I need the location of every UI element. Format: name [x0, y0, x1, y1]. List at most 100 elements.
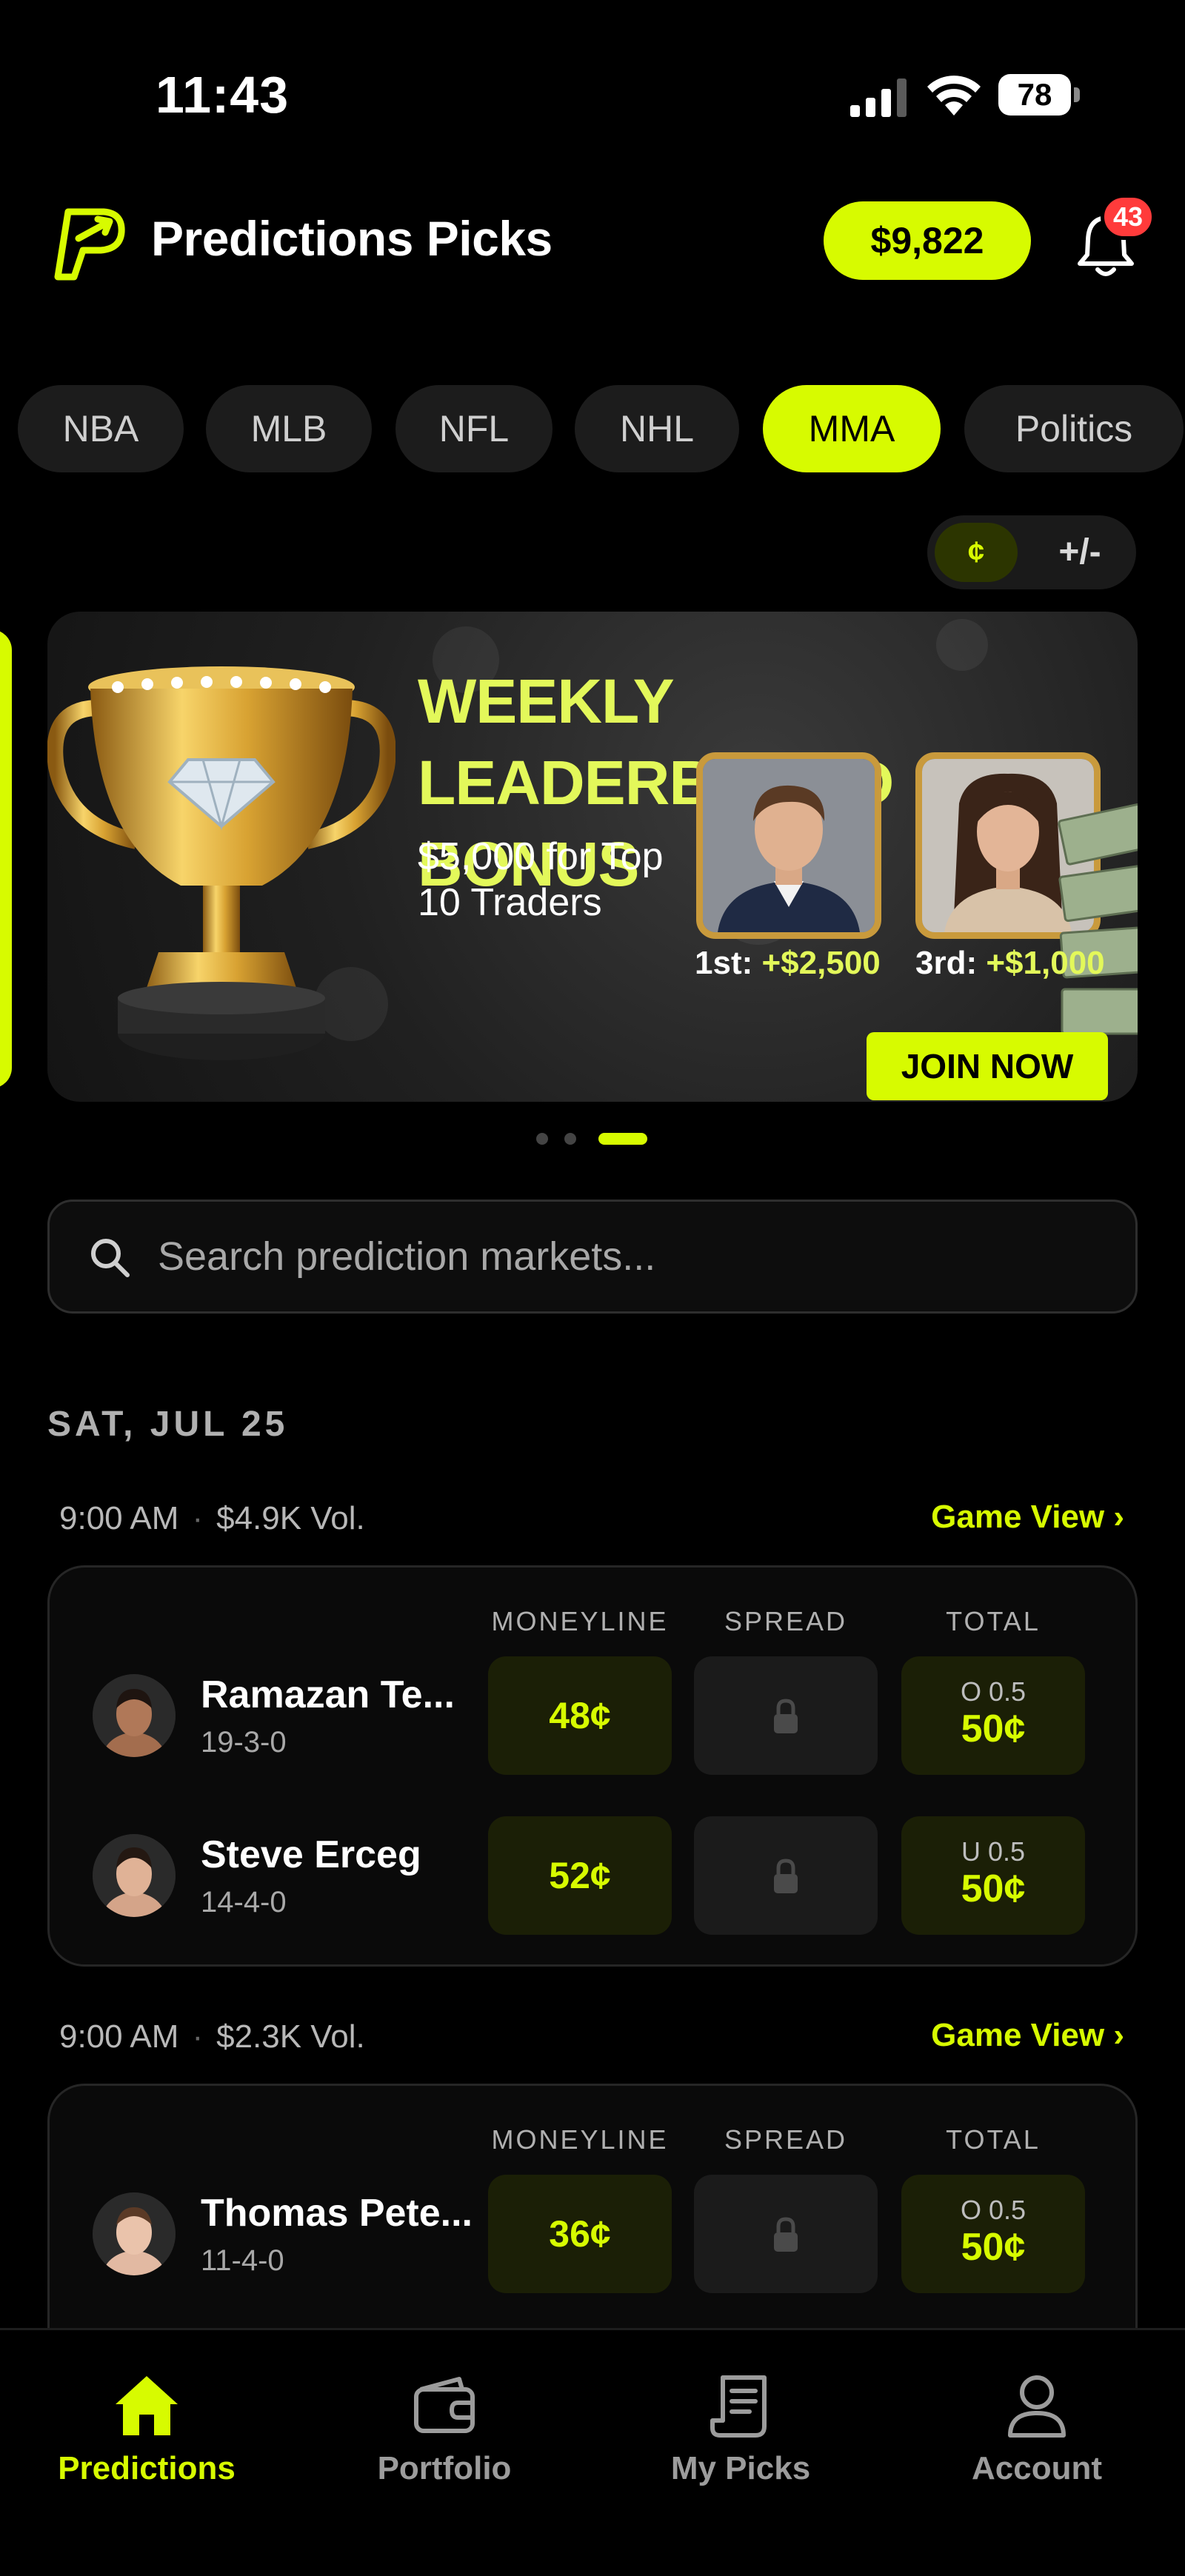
date-heading: SAT, JUL 25	[47, 1405, 289, 1444]
fighter-name: Ramazan Te...	[201, 1673, 455, 1716]
search-bar[interactable]	[47, 1200, 1138, 1314]
tab-mma[interactable]: MMA	[763, 385, 941, 472]
tab-mlb[interactable]: MLB	[206, 385, 372, 472]
person-icon	[1008, 2375, 1066, 2438]
game-time: 9:00 AM	[59, 1500, 179, 1536]
sport-tabs: NBA MLB NFL NHL MMA Politics	[0, 385, 1185, 474]
nav-label: Predictions	[58, 2450, 236, 2486]
fighter-name: Steve Erceg	[201, 1833, 421, 1876]
search-input[interactable]	[158, 1202, 1106, 1311]
nav-account[interactable]: Account	[926, 2372, 1148, 2487]
balance-button[interactable]: $9,822	[824, 201, 1031, 280]
search-icon	[91, 1239, 130, 1277]
cents-format-option[interactable]: ¢	[935, 523, 1018, 582]
price-format-toggle: ¢ +/-	[927, 515, 1136, 589]
fighter-name: Thomas Pete...	[201, 2192, 473, 2235]
nav-my-picks[interactable]: My Picks	[630, 2372, 852, 2487]
total-odds-button[interactable]: U 0.5 50¢	[901, 1816, 1085, 1935]
battery-icon: 78	[998, 74, 1080, 116]
nav-label: Portfolio	[377, 2450, 512, 2486]
carousel-indicator	[536, 1130, 655, 1148]
trophy-icon	[47, 666, 395, 1060]
moneyline-column-header: MONEYLINE	[491, 1606, 669, 1636]
total-odds-button[interactable]: O 0.5 50¢	[901, 2175, 1085, 2293]
fighter-record: 19-3-0	[201, 1726, 287, 1759]
fighter-avatar	[93, 1674, 176, 1757]
game-view-link[interactable]: Game View ›	[931, 1499, 1124, 1536]
total-price: 50¢	[961, 1867, 1026, 1910]
total-line: U 0.5	[961, 1836, 1026, 1867]
battery-level: 78	[1017, 77, 1052, 112]
moneyline-odds-button[interactable]: 48¢	[488, 1656, 672, 1775]
bottom-nav: Predictions Portfolio My Picks Account	[0, 2328, 1185, 2576]
fighter-avatar	[93, 2192, 176, 2275]
spread-column-header: SPREAD	[724, 2124, 848, 2155]
total-column-header: TOTAL	[946, 1606, 1041, 1636]
previous-banner-peek[interactable]	[0, 629, 12, 1088]
nav-label: Account	[972, 2450, 1102, 2486]
carousel-dot[interactable]	[564, 1133, 576, 1145]
total-odds-button[interactable]: O 0.5 50¢	[901, 1656, 1085, 1775]
tab-nba[interactable]: NBA	[18, 385, 184, 472]
fighter-record: 14-4-0	[201, 1886, 287, 1918]
notification-count-badge: 43	[1101, 194, 1155, 240]
tab-politics[interactable]: Politics	[964, 385, 1184, 472]
total-column-header: TOTAL	[946, 2124, 1041, 2155]
moneyline-column-header: MONEYLINE	[491, 2124, 669, 2155]
fighter-row: Thomas Pete... 11-4-0 36¢ O 0.5 50¢	[50, 2175, 1135, 2293]
game-volume: $4.9K Vol.	[216, 1500, 365, 1536]
game-meta: 9:00 AM · $2.3K Vol.	[59, 2018, 365, 2055]
cellular-signal-icon	[850, 78, 907, 117]
third-place-rank: 3rd:	[915, 945, 978, 981]
spread-locked-button[interactable]	[694, 1816, 878, 1935]
game-view-link[interactable]: Game View ›	[931, 2017, 1124, 2054]
nav-label: My Picks	[670, 2450, 811, 2486]
spread-locked-button[interactable]	[694, 2175, 878, 2293]
total-line: O 0.5	[960, 1676, 1027, 1707]
promo-banner[interactable]: WEEKLY LEADERBOARD BONUS $5,000 for Top …	[47, 612, 1138, 1102]
game-card: MONEYLINE SPREAD TOTAL Ramazan Te... 19-…	[47, 1565, 1138, 1967]
join-now-button[interactable]: JOIN NOW	[867, 1032, 1108, 1100]
wifi-icon	[927, 76, 981, 116]
app-header: Predictions Picks $9,822 43	[0, 185, 1185, 296]
fighter-record: 11-4-0	[201, 2244, 284, 2277]
banner-subtitle: $5,000 for Top 10 Traders	[418, 835, 664, 924]
fighter-avatar	[93, 1834, 176, 1917]
man-portrait-icon	[703, 759, 875, 932]
moneyline-odds-button[interactable]: 36¢	[488, 2175, 672, 2293]
nav-portfolio[interactable]: Portfolio	[333, 2372, 555, 2487]
lock-icon	[774, 1859, 798, 1893]
spread-locked-button[interactable]	[694, 1656, 878, 1775]
tab-nhl[interactable]: NHL	[575, 385, 739, 472]
home-icon	[116, 2376, 178, 2435]
lock-icon	[774, 2217, 798, 2252]
lock-icon	[774, 1699, 798, 1733]
fighter-row: Steve Erceg 14-4-0 52¢ U 0.5 50¢	[50, 1816, 1135, 1935]
tab-nfl[interactable]: NFL	[395, 385, 553, 472]
first-place-prize: 1st: +$2,500	[695, 945, 881, 982]
total-price: 50¢	[961, 2226, 1026, 2269]
first-place-rank: 1st:	[695, 945, 753, 981]
app-logo-icon	[54, 208, 125, 281]
game-time: 9:00 AM	[59, 2018, 179, 2055]
moneyline-odds-button[interactable]: 52¢	[488, 1816, 672, 1935]
carousel-dot-active[interactable]	[598, 1133, 647, 1145]
first-place-amount: +$2,500	[761, 945, 881, 981]
leader-portrait-1	[696, 752, 881, 939]
receipt-icon	[710, 2375, 767, 2438]
spread-column-header: SPREAD	[724, 1606, 848, 1636]
game-meta: 9:00 AM · $4.9K Vol.	[59, 1500, 365, 1536]
nav-predictions[interactable]: Predictions	[36, 2372, 258, 2487]
app-title: Predictions Picks	[151, 211, 553, 266]
plus-minus-format-option[interactable]: +/-	[1038, 523, 1121, 582]
total-price: 50¢	[961, 1707, 1026, 1750]
total-line: O 0.5	[960, 2195, 1027, 2225]
third-place-prize: 3rd: +$1,000	[915, 945, 1105, 982]
game-volume: $2.3K Vol.	[216, 2018, 365, 2055]
status-time: 11:43	[156, 66, 290, 124]
status-bar: 11:43 78	[0, 0, 1185, 178]
third-place-amount: +$1,000	[986, 945, 1105, 981]
fighter-row: Ramazan Te... 19-3-0 48¢ O 0.5 50¢	[50, 1656, 1135, 1775]
carousel-dot[interactable]	[536, 1133, 548, 1145]
wallet-icon	[414, 2377, 475, 2433]
